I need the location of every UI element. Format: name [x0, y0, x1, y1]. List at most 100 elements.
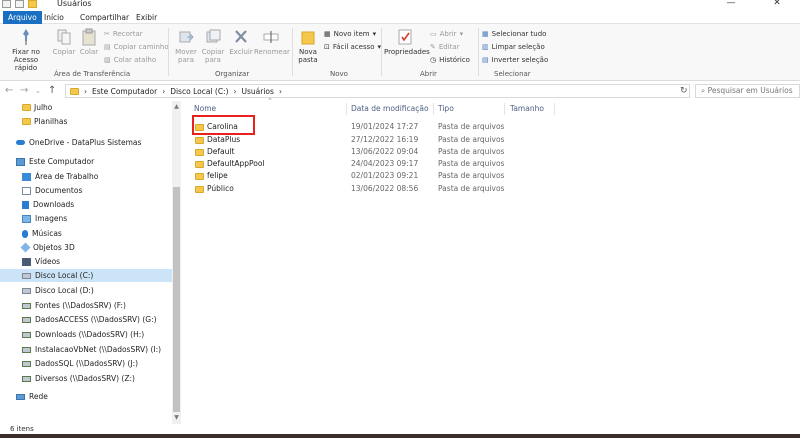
open-button[interactable]: ▭ Abrir ▾	[430, 30, 463, 38]
window-title: Usuários	[57, 0, 92, 8]
copy-button[interactable]: Copiar	[52, 28, 76, 56]
group-label-select: Selecionar	[494, 70, 531, 78]
column-divider[interactable]	[433, 103, 434, 115]
checkmark-quick-icon[interactable]	[15, 0, 24, 8]
nav-item-onedrive[interactable]: OneDrive - DataPlus Sistemas	[0, 136, 172, 149]
nav-item-downloads[interactable]: Downloads	[0, 198, 172, 211]
copy-to-icon	[206, 29, 221, 43]
scroll-up-icon[interactable]: ▲	[172, 103, 181, 110]
ribbon-separator	[168, 28, 169, 76]
history-button[interactable]: ◷ Histórico	[430, 56, 470, 64]
table-row[interactable]: Default 13/06/2022 09:04 Pasta de arquiv…	[182, 146, 800, 158]
nav-item-planilhas[interactable]: Planilhas	[0, 115, 172, 128]
nav-item-objetos-3d[interactable]: Objetos 3D	[0, 241, 172, 254]
taskbar	[0, 434, 800, 438]
nav-item-imagens[interactable]: Imagens	[0, 212, 172, 225]
breadcrumb-usuarios[interactable]: Usuários	[242, 87, 274, 96]
pin-quick-access-button[interactable]: Fixar no Acesso rápido	[4, 28, 48, 72]
copy-path-button[interactable]: ▤ Copiar caminho	[104, 43, 169, 51]
column-header-date[interactable]: Data de modificação	[351, 104, 429, 113]
edit-button[interactable]: ✎ Editar	[430, 43, 460, 51]
close-button[interactable]: ✕	[754, 0, 800, 8]
delete-button[interactable]: Excluir	[229, 28, 253, 56]
up-arrow-icon[interactable]: ↑	[48, 85, 56, 96]
network-drive-icon	[22, 331, 31, 338]
nav-item-diversos-z[interactable]: Diversos (\\DadosSRV) (Z:)	[0, 372, 172, 385]
nav-item-este-computador[interactable]: Este Computador	[0, 155, 172, 168]
select-none-button[interactable]: ▥ Limpar seleção	[482, 43, 545, 51]
forward-arrow-icon[interactable]: →	[20, 85, 28, 96]
table-row[interactable]: felipe 02/01/2023 09:21 Pasta de arquivo…	[182, 170, 800, 182]
delete-icon	[235, 30, 247, 43]
nav-item-dadossql-j[interactable]: DadosSQL (\\DadosSRV) (J:)	[0, 357, 172, 370]
scroll-down-icon[interactable]: ▼	[172, 414, 181, 421]
folder-quick-icon[interactable]	[28, 0, 37, 8]
invert-selection-button[interactable]: ▤ Inverter seleção	[482, 56, 548, 64]
column-header-size[interactable]: Tamanho	[510, 104, 544, 113]
column-divider[interactable]	[346, 103, 347, 115]
search-icon: ⌕	[701, 86, 706, 95]
nav-scrollbar[interactable]: ▲ ▼	[172, 101, 181, 424]
group-label-clipboard: Área de Transferência	[54, 70, 131, 78]
column-divider[interactable]	[554, 103, 555, 115]
nav-item-musicas[interactable]: Músicas	[0, 227, 172, 240]
nav-item-julho[interactable]: Julho	[0, 101, 172, 114]
copy-to-button[interactable]: Copiar para	[200, 28, 226, 64]
rename-icon	[263, 31, 279, 43]
recent-locations-icon[interactable]: ⌄	[35, 87, 41, 95]
folder-icon	[22, 118, 31, 125]
column-header-type[interactable]: Tipo	[438, 104, 454, 113]
nav-item-downloads-h[interactable]: Downloads (\\DadosSRV) (H:)	[0, 328, 172, 341]
properties-quick-icon[interactable]	[2, 0, 11, 8]
nav-item-disco-local-c[interactable]: Disco Local (C:)	[0, 269, 172, 282]
item-count: 6 itens	[10, 425, 34, 433]
search-input[interactable]: ⌕ Pesquisar em Usuários	[695, 84, 800, 98]
rename-button[interactable]: Renomear	[254, 28, 290, 56]
nav-item-dadosaccess-g[interactable]: DadosACCESS (\\DadosSRV) (G:)	[0, 313, 172, 326]
nav-item-rede[interactable]: Rede	[0, 390, 172, 403]
table-row[interactable]: Público 13/06/2022 08:56 Pasta de arquiv…	[182, 183, 800, 195]
tab-arquivo[interactable]: Arquivo	[3, 11, 42, 24]
paste-shortcut-button[interactable]: ▧ Colar atalho	[104, 56, 156, 64]
back-arrow-icon[interactable]: ←	[5, 85, 13, 96]
videos-icon	[22, 257, 31, 266]
tab-compartilhar[interactable]: Compartilhar	[74, 11, 135, 24]
properties-icon	[398, 29, 412, 45]
nav-item-videos[interactable]: Vídeos	[0, 255, 172, 268]
tab-inicio[interactable]: Início	[38, 11, 70, 24]
table-row[interactable]: Carolina 19/01/2024 17:27 Pasta de arqui…	[182, 121, 800, 133]
new-folder-button[interactable]: Nova pasta	[296, 28, 320, 64]
breadcrumb-disco-local-c[interactable]: Disco Local (C:)	[170, 87, 228, 96]
chevron-down-icon: ▾	[372, 30, 377, 38]
nav-item-area-de-trabalho[interactable]: Área de Trabalho	[0, 170, 172, 183]
column-divider[interactable]	[504, 103, 505, 115]
scrollbar-thumb[interactable]	[173, 187, 180, 412]
address-bar[interactable]: › Este Computador › Disco Local (C:) › U…	[65, 84, 690, 98]
column-header-name[interactable]: Nome	[194, 104, 216, 113]
table-row[interactable]: DataPlus 27/12/2022 16:19 Pasta de arqui…	[182, 134, 800, 146]
properties-button[interactable]: Propriedades	[384, 28, 430, 56]
new-item-button[interactable]: ▦ Novo item ▾	[324, 30, 376, 38]
nav-item-instalacaovbnet-i[interactable]: InstalacaoVbNet (\\DadosSRV) (I:)	[0, 343, 172, 356]
breadcrumb-separator: ›	[233, 86, 237, 96]
desktop-icon	[22, 172, 31, 181]
drive-icon	[22, 287, 31, 294]
paste-shortcut-icon: ▧	[104, 56, 111, 64]
table-row[interactable]: DefaultAppPool 24/04/2023 09:17 Pasta de…	[182, 158, 800, 170]
downloads-icon	[22, 200, 29, 209]
easy-access-button[interactable]: ⊡ Fácil acesso ▾	[324, 43, 381, 51]
nav-item-disco-local-d[interactable]: Disco Local (D:)	[0, 284, 172, 297]
select-all-button[interactable]: ▦ Selecionar tudo	[482, 30, 546, 38]
tab-exibir[interactable]: Exibir	[130, 11, 163, 24]
minimize-button[interactable]: —	[708, 0, 754, 8]
cut-button[interactable]: ✂ Recortar	[104, 30, 143, 38]
folder-icon	[195, 160, 204, 168]
nav-item-fontes-f[interactable]: Fontes (\\DadosSRV) (F:)	[0, 299, 172, 312]
folder-icon	[195, 172, 204, 180]
group-label-organize: Organizar	[215, 70, 250, 78]
paste-button[interactable]: Colar	[78, 28, 100, 56]
move-to-button[interactable]: Mover para	[173, 28, 199, 64]
breadcrumb-este-computador[interactable]: Este Computador	[92, 87, 157, 96]
refresh-icon[interactable]: ↻	[680, 86, 688, 96]
nav-item-documentos[interactable]: Documentos	[0, 184, 172, 197]
